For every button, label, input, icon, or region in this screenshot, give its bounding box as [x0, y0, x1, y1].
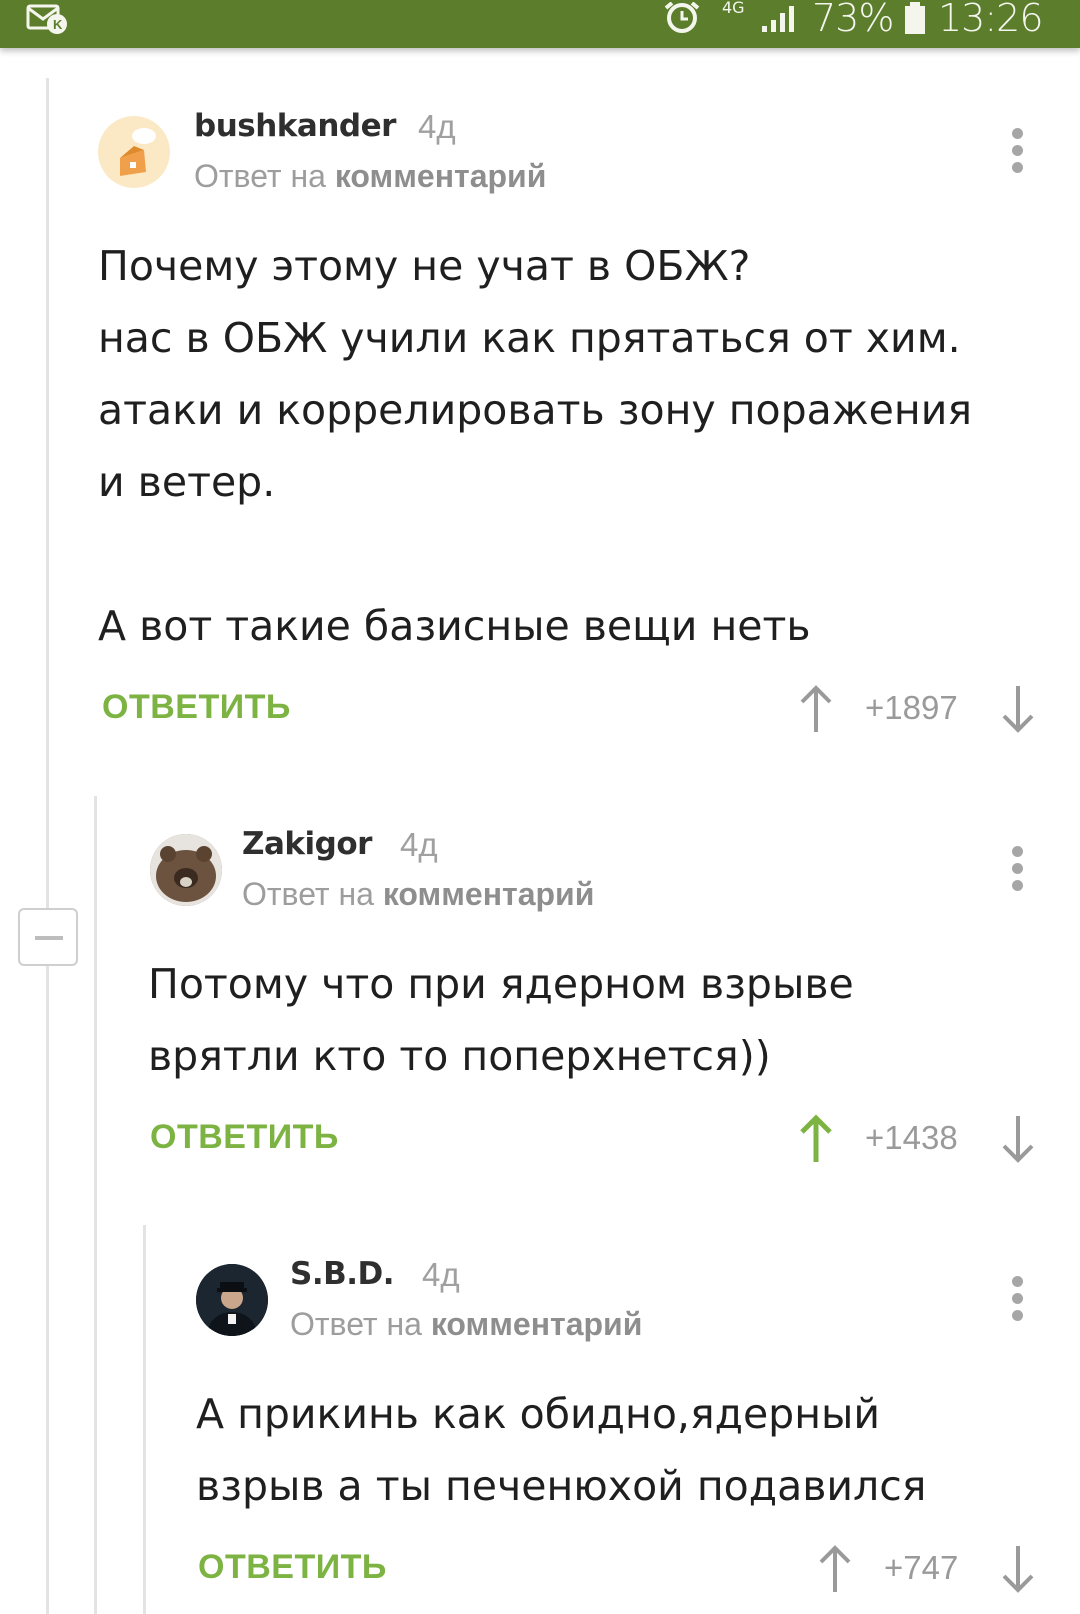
reply-to-line: Ответ на комментарий	[290, 1306, 642, 1343]
reply-to-line: Ответ на комментарий	[242, 876, 594, 913]
status-bar: K 4G 73% 13:26	[0, 0, 1080, 48]
comment-line: взрыв а ты печенюхой подавился	[196, 1462, 927, 1510]
reply-to-line: Ответ на комментарий	[194, 158, 546, 195]
thread-line-level-1	[94, 796, 97, 1614]
comment-age: 4д	[422, 1256, 460, 1293]
comment-rating: +1897	[865, 689, 958, 726]
comment-line: и ветер.	[98, 458, 276, 506]
comment-line: Потому что при ядерном взрыве	[148, 960, 854, 1008]
reply-to-link[interactable]: комментарий	[431, 1306, 643, 1342]
signal-icon	[762, 6, 794, 32]
reply-to-prefix: Ответ на	[194, 158, 326, 194]
thread-line-level-2	[143, 1225, 146, 1614]
comment-line: нас в ОБЖ учили как прятаться от хим.	[98, 314, 961, 362]
more-menu-icon[interactable]	[1010, 1276, 1024, 1326]
comment-age: 4д	[400, 826, 438, 863]
reply-button[interactable]: ОТВЕТИТЬ	[198, 1548, 387, 1587]
comment-age: 4д	[418, 108, 456, 145]
reply-to-prefix: Ответ на	[242, 876, 374, 912]
avatar[interactable]	[150, 834, 222, 906]
collapse-thread-button[interactable]	[18, 908, 78, 966]
clock: 13:26	[938, 0, 1044, 40]
author-name[interactable]: S.B.D.	[290, 1256, 395, 1292]
svg-text:K: K	[53, 17, 63, 32]
avatar[interactable]	[98, 116, 170, 188]
network-type: 4G	[722, 0, 745, 17]
comment-rating: +747	[884, 1549, 959, 1586]
upvote-arrow-icon[interactable]	[798, 1114, 834, 1164]
downvote-arrow-icon[interactable]	[1000, 684, 1036, 734]
comment-line: А прикинь как обидно,ядерный	[196, 1390, 881, 1438]
author-name[interactable]: bushkander	[194, 108, 396, 144]
comment-body: А прикинь как обидно,ядерный взрыв а ты …	[196, 1378, 926, 1522]
comment-line: А вот такие базисные вещи неть	[98, 602, 811, 650]
downvote-arrow-icon[interactable]	[1000, 1114, 1036, 1164]
reply-to-link[interactable]: комментарий	[335, 158, 547, 194]
thread-line-level-0	[46, 78, 49, 1614]
alarm-icon	[664, 2, 700, 33]
reply-to-link[interactable]: комментарий	[383, 876, 595, 912]
comment-body: Потому что при ядерном взрыве врятли кто…	[148, 948, 854, 1092]
comment-line: Почему этому не учат в ОБЖ?	[98, 242, 751, 290]
reply-button[interactable]: ОТВЕТИТЬ	[102, 688, 291, 727]
author-name[interactable]: Zakigor	[242, 826, 372, 862]
upvote-arrow-icon[interactable]	[798, 684, 834, 734]
mail-icon: K	[26, 4, 67, 34]
upvote-arrow-icon[interactable]	[817, 1544, 853, 1594]
comment-line: врятли кто то поперхнется))	[148, 1032, 771, 1080]
avatar[interactable]	[196, 1264, 268, 1336]
more-menu-icon[interactable]	[1010, 846, 1024, 896]
battery-icon	[905, 2, 925, 34]
reply-button[interactable]: ОТВЕТИТЬ	[150, 1118, 339, 1157]
reply-to-prefix: Ответ на	[290, 1306, 422, 1342]
comment-body: Почему этому не учат в ОБЖ? нас в ОБЖ уч…	[98, 230, 972, 662]
downvote-arrow-icon[interactable]	[1000, 1544, 1036, 1594]
comment-line: атаки и коррелировать зону поражения	[98, 386, 973, 434]
comment-rating: +1438	[865, 1119, 958, 1156]
battery-percent: 73%	[812, 0, 894, 40]
more-menu-icon[interactable]	[1010, 128, 1024, 178]
comment-line	[98, 518, 972, 590]
